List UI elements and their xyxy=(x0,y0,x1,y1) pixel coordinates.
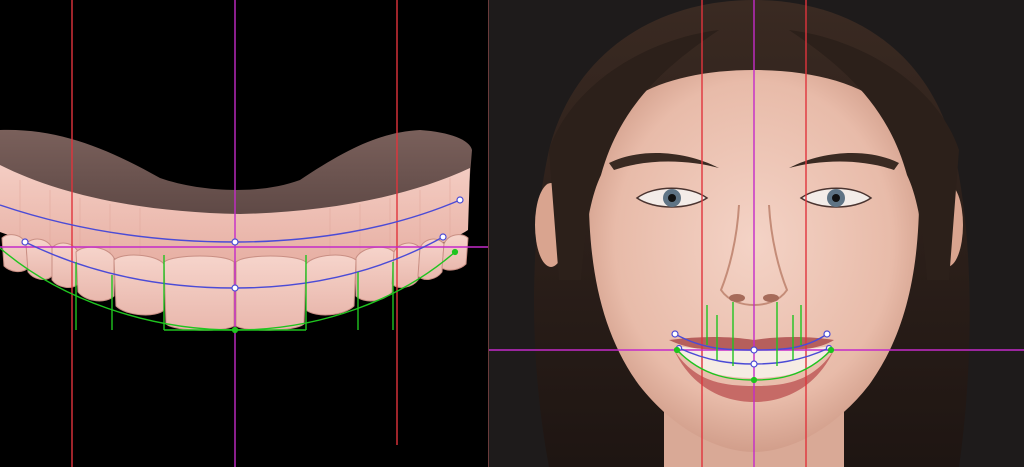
dental-model-panel xyxy=(0,0,488,467)
tooth-right-canine xyxy=(75,246,115,302)
tooth-right-central xyxy=(163,255,235,331)
dental-model-canvas xyxy=(0,0,488,467)
control-point-icon[interactable] xyxy=(750,360,758,368)
control-point-icon[interactable] xyxy=(231,326,239,334)
control-point-icon[interactable] xyxy=(21,238,29,246)
control-point-icon[interactable] xyxy=(750,346,758,354)
tooth-left-premolar-2 xyxy=(417,238,445,280)
control-point-icon[interactable] xyxy=(823,330,831,338)
dental-smile-design-view xyxy=(0,0,1024,467)
tooth-right-premolar-1 xyxy=(51,242,79,288)
face-photo-panel xyxy=(489,0,1024,467)
control-point-icon[interactable] xyxy=(456,196,464,204)
tooth-left-central xyxy=(235,255,307,331)
tooth-left-canine xyxy=(355,246,395,302)
nostril-right xyxy=(763,294,779,302)
tooth-right-lateral xyxy=(113,254,165,316)
control-point-icon[interactable] xyxy=(451,248,459,256)
control-point-icon[interactable] xyxy=(673,346,681,354)
control-point-icon[interactable] xyxy=(671,330,679,338)
face-photo-canvas xyxy=(489,0,1024,467)
control-point-icon[interactable] xyxy=(231,284,239,292)
control-point-icon[interactable] xyxy=(231,238,239,246)
control-point-icon[interactable] xyxy=(827,346,835,354)
tooth-left-lateral xyxy=(305,254,357,316)
nostril-left xyxy=(729,294,745,302)
control-point-icon[interactable] xyxy=(439,233,447,241)
control-point-icon[interactable] xyxy=(750,376,758,384)
